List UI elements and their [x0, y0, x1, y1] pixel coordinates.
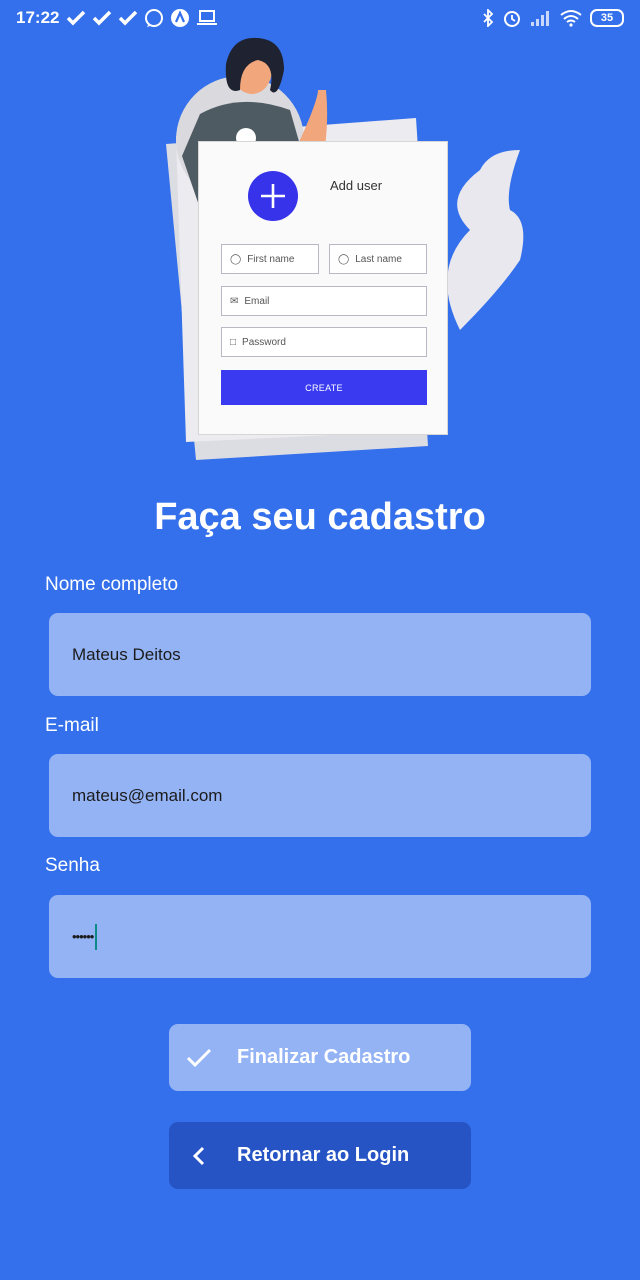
page-title: Faça seu cadastro — [154, 496, 486, 538]
password-input[interactable]: •••••• — [49, 895, 591, 978]
password-value: •••••• — [72, 929, 94, 944]
check-icon — [169, 1048, 229, 1068]
text-cursor — [95, 923, 98, 950]
card-title: Add user — [330, 178, 383, 193]
user-icon: ◯ — [230, 253, 242, 265]
card-create-button: CREATE — [221, 370, 427, 405]
laptop-icon — [197, 10, 217, 25]
back-to-login-button[interactable]: Retornar ao Login — [169, 1122, 471, 1189]
finish-signup-label: Finalizar Cadastro — [237, 1046, 411, 1068]
signup-illustration: Add user ◯ First name ◯ Last name ✉ Email □… — [160, 30, 540, 470]
check-icon — [66, 10, 86, 26]
card-email: ✉ Email — [221, 286, 427, 316]
card-password: □ Password — [221, 327, 427, 357]
whatsapp-icon — [145, 9, 163, 27]
battery-icon: 35 — [590, 9, 624, 27]
check-icon — [118, 10, 138, 26]
alarm-icon — [504, 11, 520, 27]
name-input[interactable]: Mateus Deitos — [49, 613, 591, 696]
name-label: Nome completo — [45, 574, 179, 595]
bluetooth-icon — [483, 9, 494, 27]
email-label: E-mail — [45, 715, 99, 736]
card-first-name: ◯ First name — [221, 244, 319, 274]
app-icon — [171, 9, 189, 27]
name-value: Mateus Deitos — [72, 644, 181, 664]
signal-icon — [531, 11, 549, 26]
email-input[interactable]: mateus@email.com — [49, 754, 591, 837]
user-icon: ◯ — [338, 253, 350, 265]
back-to-login-label: Retornar ao Login — [237, 1144, 410, 1166]
lock-icon: □ — [230, 336, 237, 348]
chevron-left-icon — [169, 1145, 229, 1167]
wifi-icon — [560, 10, 582, 27]
mail-icon: ✉ — [230, 295, 239, 307]
finish-signup-button[interactable]: Finalizar Cadastro — [169, 1024, 471, 1091]
email-value: mateus@email.com — [72, 785, 223, 805]
notification-icons — [66, 7, 218, 29]
card-last-name: ◯ Last name — [329, 244, 427, 274]
check-icon — [92, 10, 112, 26]
add-icon — [248, 171, 298, 221]
status-time: 17:22 — [16, 8, 60, 27]
password-label: Senha — [45, 855, 100, 876]
system-icons: 35 — [482, 7, 624, 29]
